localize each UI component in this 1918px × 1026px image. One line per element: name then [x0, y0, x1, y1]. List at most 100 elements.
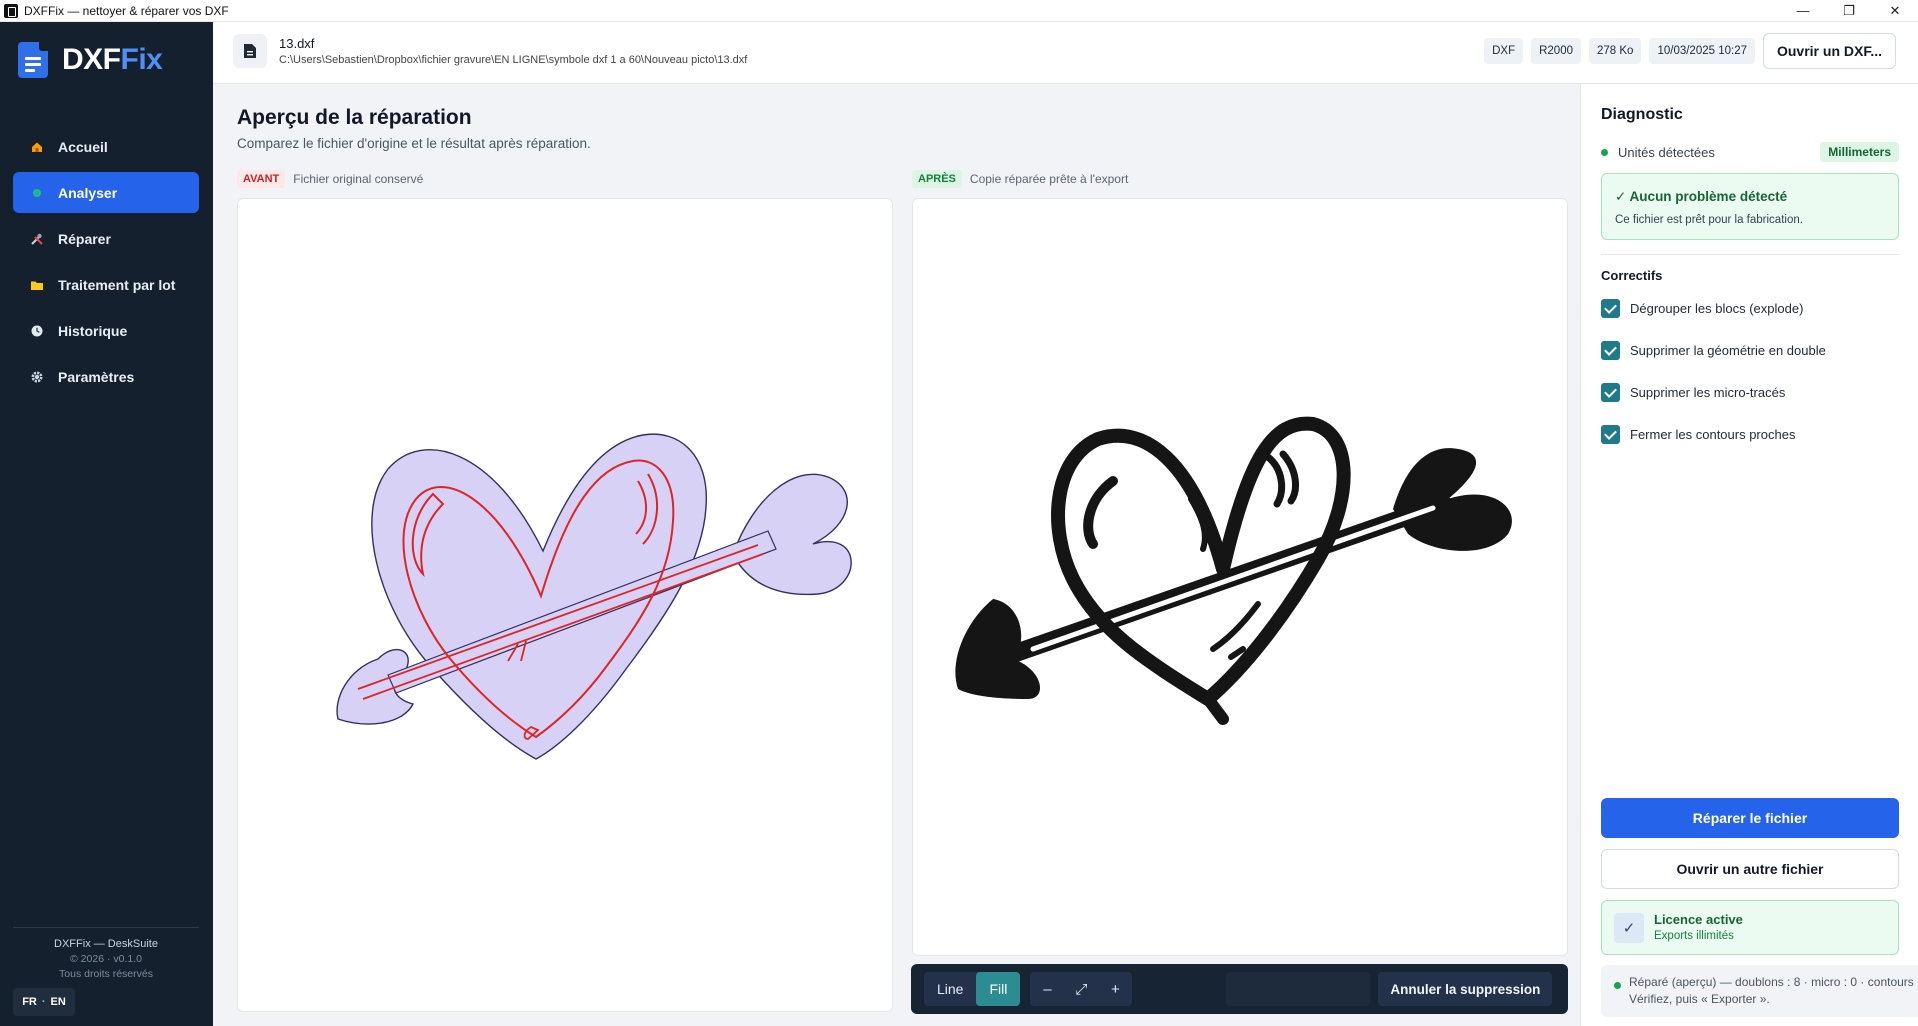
- fit-view-button[interactable]: ⤢: [1064, 972, 1098, 1006]
- fix-remove-micro[interactable]: Supprimer les micro-tracés: [1601, 383, 1785, 402]
- title-bar: DXFFix — nettoyer & réparer vos DXF — ❐ …: [0, 0, 1918, 22]
- sidebar-item-label: Réparer: [58, 230, 111, 247]
- product-name: DXFFix — DeskSuite: [54, 938, 158, 950]
- language-separator: ·: [41, 996, 46, 1008]
- minimize-button[interactable]: —: [1780, 0, 1826, 22]
- sidebar-item-accueil[interactable]: Accueil: [13, 126, 199, 167]
- maximize-button[interactable]: ❐: [1826, 0, 1872, 22]
- logo-text: DXFFix: [62, 43, 163, 77]
- sidebar-nav: Accueil Analyser Réparer Traitement par …: [13, 126, 199, 402]
- sidebar-item-reparer[interactable]: Réparer: [13, 218, 199, 259]
- tools-icon: [30, 232, 44, 246]
- open-other-file-button[interactable]: Ouvrir un autre fichier: [1601, 849, 1899, 889]
- zoom-out-button[interactable]: –: [1030, 972, 1064, 1006]
- language-switch: FR · EN: [13, 988, 75, 1016]
- render-mode-toggle: Line Fill: [924, 972, 1021, 1006]
- date-tag: 10/03/2025 10:27: [1649, 38, 1755, 64]
- fixes-title: Correctifs: [1601, 268, 1663, 283]
- no-issue-title: ✓ Aucun problème détecté: [1615, 189, 1788, 204]
- sidebar-footer: DXFFix — DeskSuite © 2026 · v0.1.0 Tous …: [13, 927, 199, 1026]
- document-logo-icon: [18, 42, 48, 78]
- sidebar-item-traitement-par-lot[interactable]: Traitement par lot: [13, 264, 199, 305]
- language-fr[interactable]: FR: [22, 996, 37, 1008]
- after-heart-tail: [1202, 693, 1229, 725]
- logo-text-fix: Fix: [120, 43, 163, 76]
- home-icon: [30, 140, 44, 154]
- sidebar-item-label: Accueil: [58, 138, 108, 155]
- rights-text: Tous droits réservés: [59, 968, 153, 980]
- checkbox-checked-icon[interactable]: [1601, 341, 1620, 360]
- gear-icon: [30, 370, 44, 384]
- before-drawing: [336, 433, 852, 760]
- file-header: 13.dxf C:\Users\Sebastien\Dropbox\fichie…: [213, 22, 1918, 84]
- status-box: Réparé (aperçu) — doublons : 8 · micro :…: [1601, 965, 1918, 1017]
- fix-explode-blocks[interactable]: Dégrouper les blocs (explode): [1601, 299, 1803, 318]
- no-issue-subtitle: Ce fichier est prêt pour la fabrication.: [1615, 214, 1803, 226]
- file-icon: [233, 34, 267, 68]
- units-label: Unités détectées: [1618, 144, 1715, 160]
- repair-file-button[interactable]: Réparer le fichier: [1601, 798, 1899, 838]
- app-icon: [4, 3, 18, 18]
- app-logo: DXFFix: [18, 42, 163, 78]
- status-dot-icon: [1614, 982, 1621, 989]
- before-label: AVANT Fichier original conservé: [237, 170, 423, 188]
- license-box: ✓ Licence active Exports illimités: [1601, 900, 1899, 955]
- after-heart-swoosh: [1083, 476, 1118, 549]
- before-caption: Fichier original conservé: [293, 172, 424, 186]
- after-heart-highlight: [1264, 450, 1299, 508]
- before-pill: AVANT: [237, 170, 286, 188]
- status-line-2: Vérifiez, puis « Exporter ».: [1629, 992, 1770, 1006]
- diagnostic-title: Diagnostic: [1601, 106, 1683, 123]
- undo-delete-button[interactable]: Annuler la suppression: [1378, 972, 1553, 1006]
- page-subtitle: Comparez le fichier d'origine et le résu…: [237, 136, 591, 151]
- disabled-button: [1226, 972, 1371, 1006]
- sidebar-item-analyser[interactable]: Analyser: [13, 172, 199, 213]
- before-feather-right: [732, 473, 852, 596]
- status-dot-icon: [1601, 148, 1608, 156]
- clock-icon: [30, 324, 44, 338]
- panel-divider: [1601, 254, 1899, 255]
- after-caption: Copie réparée prête à l'export: [969, 172, 1129, 186]
- folder-icon: [30, 278, 44, 292]
- zoom-in-button[interactable]: +: [1098, 972, 1132, 1006]
- sidebar-divider: [13, 927, 199, 928]
- sidebar-item-label: Historique: [58, 322, 128, 339]
- fix-label: Dégrouper les blocs (explode): [1630, 301, 1804, 316]
- checkbox-checked-icon[interactable]: [1601, 383, 1620, 402]
- close-button[interactable]: ✕: [1872, 0, 1918, 22]
- preview-toolbar: Line Fill – ⤢ + Annuler la suppression: [911, 964, 1568, 1014]
- units-badge: Millimeters: [1820, 142, 1899, 162]
- line-mode-button[interactable]: Line: [924, 972, 976, 1006]
- size-tag: 278 Ko: [1589, 38, 1642, 64]
- before-heart-outer: [371, 433, 707, 760]
- after-pill: APRÈS: [912, 170, 962, 188]
- checkbox-checked-icon[interactable]: [1601, 299, 1620, 318]
- fill-mode-button[interactable]: Fill: [976, 972, 1021, 1006]
- file-name: 13.dxf: [279, 36, 315, 51]
- after-label: APRÈS Copie réparée prête à l'export: [912, 170, 1128, 188]
- window-title: DXFFix — nettoyer & réparer vos DXF: [24, 3, 229, 18]
- fix-close-contours[interactable]: Fermer les contours proches: [1601, 425, 1795, 444]
- fix-label: Fermer les contours proches: [1630, 427, 1796, 442]
- sidebar-item-label: Analyser: [58, 184, 118, 201]
- fix-label: Supprimer les micro-tracés: [1630, 385, 1786, 400]
- sidebar-item-parametres[interactable]: Paramètres: [13, 356, 199, 397]
- file-path: C:\Users\Sebastien\Dropbox\fichier gravu…: [279, 54, 748, 66]
- format-tag: DXF: [1484, 38, 1524, 64]
- diagnostic-panel: Diagnostic Unités détectées Millimeters …: [1580, 84, 1918, 1026]
- after-feather-right: [1393, 448, 1512, 551]
- checkbox-checked-icon[interactable]: [1601, 425, 1620, 444]
- units-row: Unités détectées Millimeters: [1601, 142, 1899, 162]
- after-canvas[interactable]: [912, 198, 1568, 956]
- main-content: Aperçu de la réparation Comparez le fich…: [213, 84, 1580, 1026]
- fix-remove-duplicates[interactable]: Supprimer la géométrie en double: [1601, 341, 1826, 360]
- language-en[interactable]: EN: [51, 996, 66, 1008]
- status-line-1: Réparé (aperçu) — doublons : 8 · micro :…: [1629, 975, 1914, 989]
- sidebar-item-historique[interactable]: Historique: [13, 310, 199, 351]
- no-issue-box: ✓ Aucun problème détecté Ce fichier est …: [1601, 173, 1899, 240]
- version-text: © 2026 · v0.1.0: [70, 953, 142, 965]
- before-canvas[interactable]: [237, 198, 893, 1012]
- fix-label: Supprimer la géométrie en double: [1630, 343, 1826, 358]
- version-tag: R2000: [1531, 38, 1581, 64]
- open-dxf-button[interactable]: Ouvrir un DXF...: [1762, 33, 1896, 69]
